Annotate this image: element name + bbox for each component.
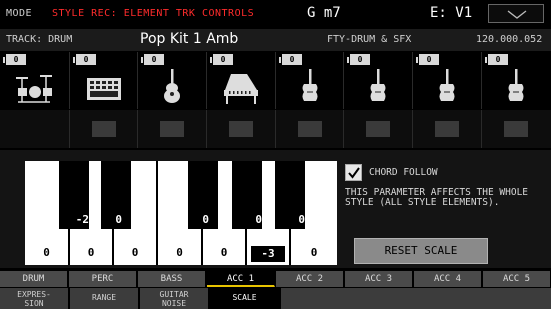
track-slot-acc1[interactable]: 0 — [206, 52, 274, 109]
reset-scale-button[interactable]: RESET SCALE — [354, 238, 488, 264]
track-slot-acc2[interactable]: 0 — [275, 52, 343, 109]
tab-acc-3[interactable]: ACC 3 — [345, 271, 413, 287]
track-indicator — [137, 110, 205, 148]
track-sound-name[interactable]: Pop Kit 1 Amb — [140, 31, 238, 47]
midi-channel-badge: 0 — [485, 54, 508, 65]
scale-black-key[interactable]: -2 — [59, 161, 89, 229]
indicator-block — [160, 121, 184, 137]
tab-bass[interactable]: BASS — [138, 271, 206, 287]
tab-drum[interactable]: DRUM — [0, 271, 68, 287]
track-indicator — [412, 110, 480, 148]
scale-black-key[interactable]: 0 — [232, 161, 262, 229]
tab-perc[interactable]: PERC — [69, 271, 137, 287]
midi-channel-badge: 0 — [416, 54, 439, 65]
track-indicator — [69, 110, 137, 148]
midi-channel-badge: 0 — [3, 54, 26, 65]
tab-guitar-noise[interactable]: GUITAR NOISE — [140, 288, 209, 309]
violin-icon — [439, 69, 455, 101]
track-icon-row: 0 0 0 0 0 0 0 0 — [0, 52, 551, 109]
violin-icon — [302, 69, 318, 101]
tab-label: RANGE — [91, 293, 117, 302]
track-slot-bass[interactable]: 0 — [137, 52, 205, 109]
track-info-bar[interactable]: TRACK: DRUM Pop Kit 1 Amb FTY-DRUM & SFX… — [0, 29, 551, 51]
scale-black-key[interactable]: 0 — [101, 161, 131, 229]
track-indicator — [0, 110, 68, 148]
key-offset-value: 0 — [310, 246, 318, 259]
key-offset-value: 0 — [43, 246, 50, 259]
tab-range[interactable]: RANGE — [70, 288, 139, 309]
track-program-number: 120.000.052 — [476, 34, 543, 45]
track-indicator — [481, 110, 549, 148]
indicator-block — [366, 121, 390, 137]
indicator-block — [92, 121, 116, 137]
style-element-variation: E: V1 — [430, 5, 473, 21]
track-slot-acc3[interactable]: 0 — [343, 52, 411, 109]
key-offset-value: 0 — [176, 246, 183, 259]
track-indicator-row — [0, 110, 551, 148]
indicator-block — [435, 121, 459, 137]
key-offset-value: 0 — [202, 213, 209, 226]
tab-acc-4[interactable]: ACC 4 — [414, 271, 482, 287]
scale-keyboard: 0 0 0 0 0 -3 0 -2 0 0 0 0 — [25, 161, 337, 265]
parameter-tab-bar: EXPRES- SION RANGE GUITAR NOISE SCALE — [0, 288, 551, 309]
checkmark-icon — [348, 167, 360, 179]
violin-icon — [370, 69, 386, 101]
track-indicator — [206, 110, 274, 148]
tab-expression[interactable]: EXPRES- SION — [0, 288, 69, 309]
tab-acc-2[interactable]: ACC 2 — [276, 271, 344, 287]
track-slot-acc5[interactable]: 0 — [481, 52, 549, 109]
key-offset-value: 0 — [131, 246, 139, 259]
guitar-icon — [164, 69, 180, 103]
tab-label-line1: GUITAR — [159, 290, 189, 299]
tab-label-line1: EXPRES- — [17, 290, 51, 299]
violin-icon — [508, 69, 524, 101]
key-offset-value: 0 — [115, 213, 122, 226]
key-offset-value: 0 — [220, 246, 228, 259]
tab-bar-filler — [281, 288, 551, 309]
scale-note-text: THIS PARAMETER AFFECTS THE WHOLE STYLE (… — [345, 187, 529, 208]
tab-scale[interactable]: SCALE — [210, 288, 280, 309]
chord-display: G m7 — [307, 5, 341, 21]
indicator-block — [504, 121, 528, 137]
drum-kit-icon — [16, 75, 52, 103]
track-slot-acc4[interactable]: 0 — [412, 52, 480, 109]
indicator-block — [298, 121, 322, 137]
tab-acc-5[interactable]: ACC 5 — [483, 271, 551, 287]
key-offset-value: -2 — [75, 213, 89, 226]
tab-label-line2: NOISE — [161, 299, 187, 308]
key-offset-value: 0 — [87, 246, 95, 259]
tab-label: SCALE — [232, 293, 257, 302]
mode-value: STYLE REC: ELEMENT TRK CONTROLS — [52, 8, 255, 19]
midi-channel-badge: 0 — [141, 54, 164, 65]
track-slot-perc[interactable]: 0 — [69, 52, 137, 109]
chevron-down-icon — [507, 10, 527, 19]
keyboard-instrument-icon — [87, 78, 121, 100]
indicator-block — [229, 121, 253, 137]
chord-follow-label: CHORD FOLLOW — [369, 167, 438, 178]
tab-acc-1[interactable]: ACC 1 — [207, 271, 275, 287]
track-sound-bank: FTY-DRUM & SFX — [327, 34, 412, 45]
top-bar: MODE STYLE REC: ELEMENT TRK CONTROLS G m… — [0, 0, 551, 26]
key-offset-value: -3 — [251, 246, 285, 262]
scale-black-key[interactable]: 0 — [188, 161, 218, 229]
track-slot-drum[interactable]: 0 — [0, 52, 68, 109]
key-offset-value: 0 — [298, 213, 305, 226]
midi-channel-badge: 0 — [347, 54, 370, 65]
chord-follow-checkbox[interactable] — [345, 164, 362, 181]
tab-label-line2: SION — [24, 299, 44, 308]
track-indicator — [275, 110, 343, 148]
piano-icon — [224, 74, 258, 104]
midi-channel-badge: 0 — [210, 54, 233, 65]
key-offset-value: 0 — [255, 213, 262, 226]
mode-label: MODE — [6, 8, 33, 19]
midi-channel-badge: 0 — [279, 54, 302, 65]
track-tab-bar: DRUM PERC BASS ACC 1 ACC 2 ACC 3 ACC 4 A… — [0, 271, 551, 287]
scale-black-key[interactable]: 0 — [275, 161, 305, 229]
menu-dropdown-button[interactable] — [488, 4, 544, 23]
track-indicator — [343, 110, 411, 148]
midi-channel-badge: 0 — [73, 54, 96, 65]
track-label: TRACK: DRUM — [6, 34, 73, 45]
